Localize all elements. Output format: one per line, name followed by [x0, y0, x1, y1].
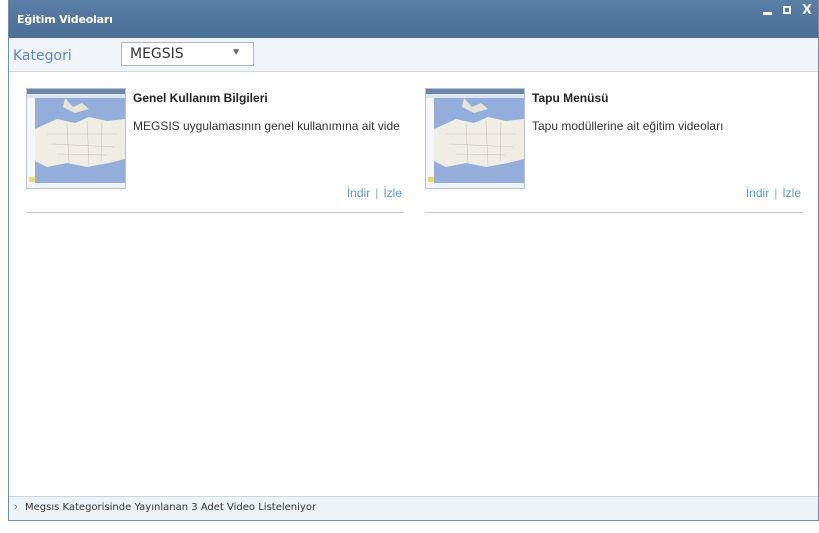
status-bar: › Megsıs Kategorisinde Yayınlanan 3 Adet… — [9, 496, 818, 520]
video-card: Tapu Menüsü Tapu modüllerine ait eğitim … — [425, 88, 803, 213]
link-separator: | — [774, 186, 778, 200]
chevron-right-icon: › — [14, 501, 18, 513]
category-value: MEGSIS — [130, 46, 184, 62]
video-window: Eğitim Videoları X Kategori MEGSIS ▼ Gen… — [8, 0, 819, 521]
video-links: İndir | İzle — [347, 186, 402, 200]
category-toolbar: Kategori MEGSIS ▼ — [9, 38, 818, 72]
video-description: MEGSIS uygulamasının genel kullanımına a… — [133, 119, 400, 133]
map-thumbnail-icon — [426, 89, 524, 188]
watch-link[interactable]: İzle — [782, 186, 801, 200]
map-thumbnail-icon — [27, 89, 125, 188]
video-card: Genel Kullanım Bilgileri MEGSIS uygulama… — [26, 88, 404, 213]
close-button[interactable]: X — [800, 3, 814, 17]
status-text: Megsıs Kategorisinde Yayınlanan 3 Adet V… — [25, 502, 317, 513]
video-description: Tapu modüllerine ait eğitim videoları — [532, 119, 724, 133]
title-bar[interactable]: Eğitim Videoları X — [9, 0, 818, 38]
video-title: Genel Kullanım Bilgileri — [133, 91, 268, 105]
watch-link[interactable]: İzle — [383, 186, 402, 200]
video-title: Tapu Menüsü — [532, 91, 609, 105]
maximize-button[interactable] — [780, 3, 794, 17]
minimize-icon — [762, 12, 772, 15]
link-separator: | — [375, 186, 379, 200]
minimize-button[interactable] — [760, 3, 774, 17]
video-thumbnail[interactable] — [26, 88, 126, 189]
window-controls: X — [760, 3, 814, 17]
category-select[interactable]: MEGSIS ▼ — [121, 42, 254, 66]
chevron-down-icon[interactable]: ▼ — [231, 47, 241, 58]
video-thumbnail[interactable] — [425, 88, 525, 189]
close-icon: X — [801, 2, 813, 18]
maximize-icon — [783, 6, 791, 14]
download-link[interactable]: İndir — [746, 186, 769, 200]
video-list: Genel Kullanım Bilgileri MEGSIS uygulama… — [9, 72, 818, 497]
window-title: Eğitim Videoları — [17, 13, 113, 26]
video-links: İndir | İzle — [746, 186, 801, 200]
category-label: Kategori — [13, 48, 72, 64]
download-link[interactable]: İndir — [347, 186, 370, 200]
